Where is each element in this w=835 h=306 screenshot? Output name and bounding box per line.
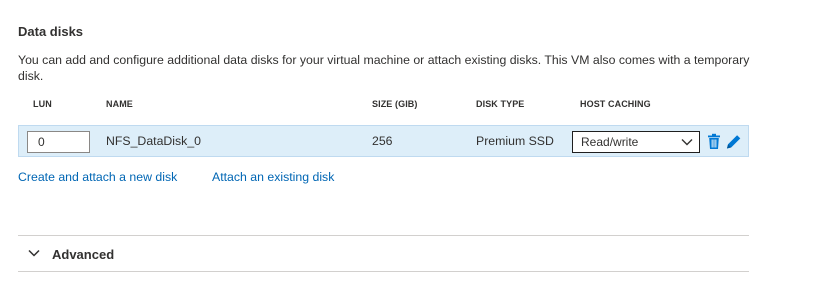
create-attach-disk-link[interactable]: Create and attach a new disk [18, 170, 177, 184]
column-header-lun: LUN [33, 99, 52, 109]
attach-existing-disk-link[interactable]: Attach an existing disk [212, 170, 334, 184]
advanced-section-toggle[interactable]: Advanced [18, 236, 749, 272]
advanced-label: Advanced [52, 247, 115, 262]
divider [18, 271, 749, 272]
trash-icon[interactable] [706, 133, 722, 150]
section-description: You can add and configure additional dat… [18, 53, 750, 83]
lun-input[interactable] [27, 131, 90, 153]
table-row: NFS_DataDisk_0 256 Premium SSD Read/writ… [18, 125, 749, 157]
column-header-name: NAME [106, 99, 133, 109]
column-header-host-caching: HOST CACHING [580, 99, 651, 109]
pencil-icon[interactable] [726, 133, 742, 150]
disk-size: 256 [372, 134, 393, 148]
section-title: Data disks [18, 24, 84, 39]
host-caching-value: Read/write [581, 135, 639, 149]
host-caching-dropdown[interactable]: Read/write [572, 131, 700, 153]
chevron-down-icon [28, 249, 40, 257]
column-header-size: SIZE (GIB) [372, 99, 418, 109]
chevron-down-icon [681, 139, 693, 146]
disk-type: Premium SSD [476, 134, 554, 148]
disk-name: NFS_DataDisk_0 [106, 134, 201, 148]
column-header-disk-type: DISK TYPE [476, 99, 525, 109]
